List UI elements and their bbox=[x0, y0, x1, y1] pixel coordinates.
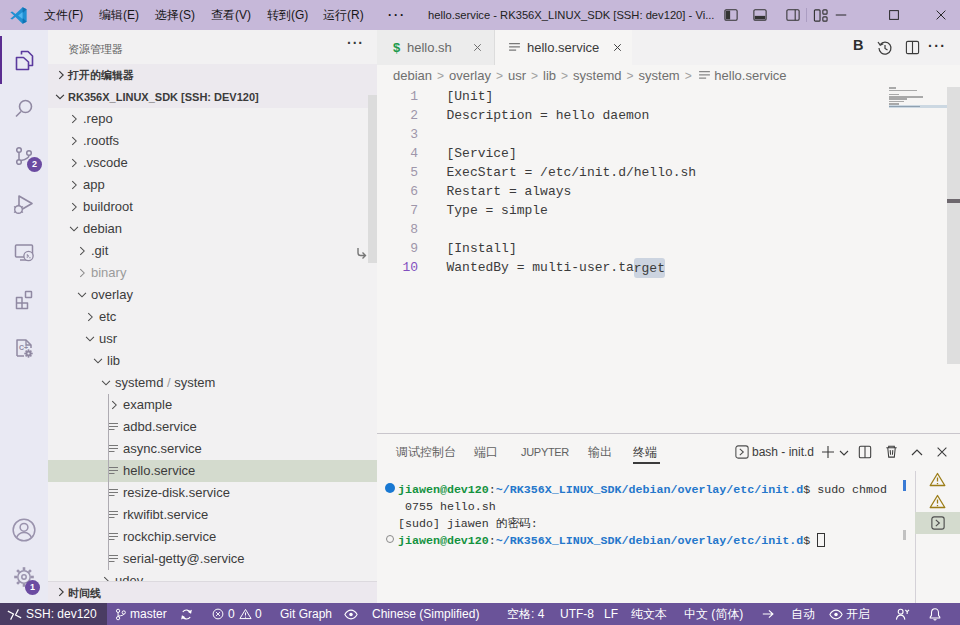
svg-text:C+: C+ bbox=[19, 344, 28, 351]
